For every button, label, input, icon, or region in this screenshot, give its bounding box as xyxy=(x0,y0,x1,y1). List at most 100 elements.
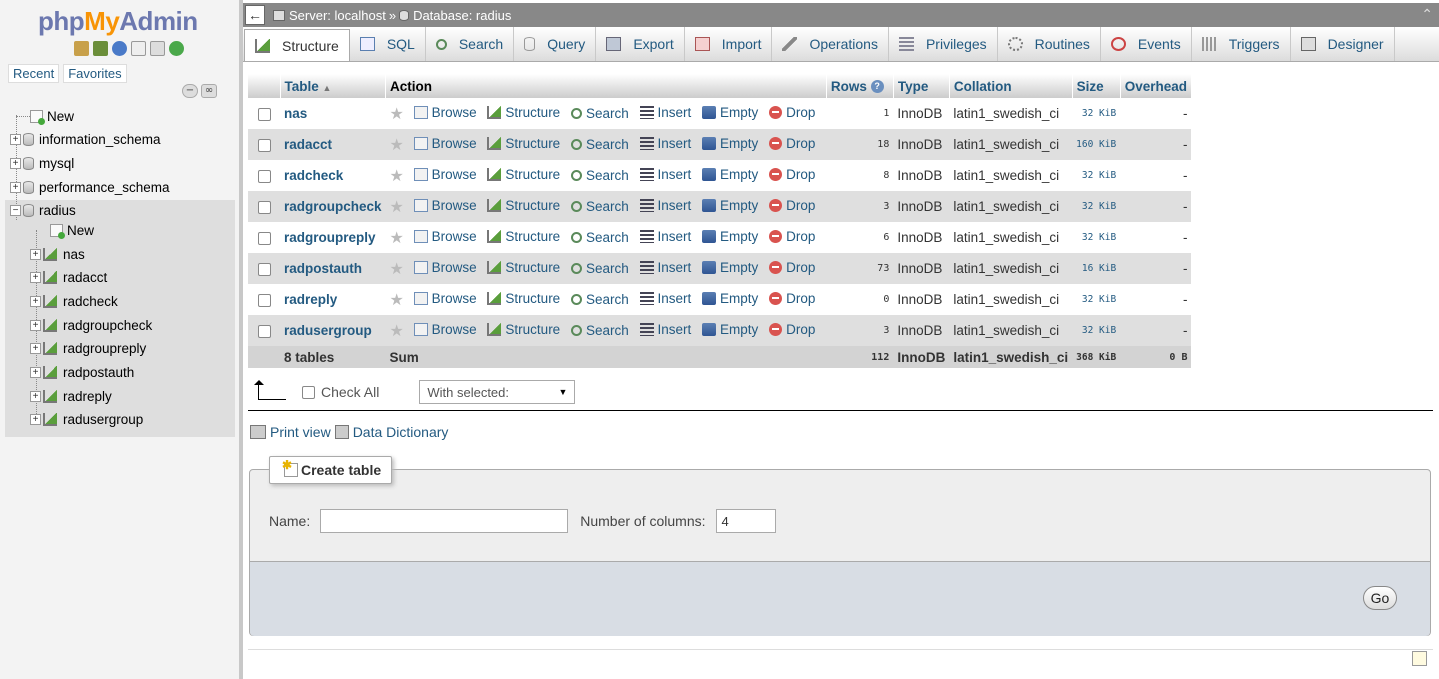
search-action[interactable]: Search xyxy=(570,199,629,214)
tree-radius-new-table[interactable]: New xyxy=(50,220,94,240)
expand-icon[interactable]: + xyxy=(30,342,41,354)
drop-action[interactable]: Drop xyxy=(769,198,815,213)
row-checkbox[interactable] xyxy=(258,200,271,214)
expand-icon[interactable]: + xyxy=(30,319,41,331)
collapse-icon[interactable]: − xyxy=(10,204,21,216)
console-icon[interactable] xyxy=(1412,651,1427,666)
favorite-star-icon[interactable]: ★ xyxy=(390,168,404,185)
insert-action[interactable]: Insert xyxy=(639,198,691,213)
settings-icon[interactable] xyxy=(150,41,165,56)
favorite-star-icon[interactable]: ★ xyxy=(390,261,404,278)
browse-action[interactable]: Browse xyxy=(413,322,477,337)
browse-action[interactable]: Browse xyxy=(413,291,477,306)
expand-icon[interactable]: + xyxy=(30,248,41,260)
size-value[interactable]: 32 KiB xyxy=(1072,191,1121,222)
insert-action[interactable]: Insert xyxy=(639,291,691,306)
drop-action[interactable]: Drop xyxy=(769,229,815,244)
reload-icon[interactable] xyxy=(169,41,184,56)
expand-icon[interactable]: + xyxy=(10,157,21,169)
docs-icon[interactable] xyxy=(131,41,146,56)
browse-action[interactable]: Browse xyxy=(413,136,477,151)
tree-table-radgroupcheck[interactable]: + radgroupcheck xyxy=(30,315,152,335)
drop-action[interactable]: Drop xyxy=(769,291,815,306)
size-value[interactable]: 32 KiB xyxy=(1072,160,1121,191)
expand-icon[interactable]: + xyxy=(30,413,41,425)
breadcrumb-database[interactable]: Database: radius xyxy=(413,8,511,23)
favorite-star-icon[interactable]: ★ xyxy=(390,292,404,309)
row-checkbox[interactable] xyxy=(258,107,271,121)
size-value[interactable]: 32 KiB xyxy=(1072,222,1121,253)
browse-action[interactable]: Browse xyxy=(413,229,477,244)
drop-action[interactable]: Drop xyxy=(769,167,815,182)
insert-action[interactable]: Insert xyxy=(639,167,691,182)
tree-new-database[interactable]: New xyxy=(30,106,74,126)
structure-action[interactable]: Structure xyxy=(487,322,560,337)
row-checkbox[interactable] xyxy=(258,138,271,152)
empty-action[interactable]: Empty xyxy=(702,229,758,244)
insert-action[interactable]: Insert xyxy=(639,136,691,151)
header-table[interactable]: Table ▲ xyxy=(280,74,387,98)
structure-action[interactable]: Structure xyxy=(487,198,560,213)
tree-db-information-schema[interactable]: + information_schema xyxy=(10,129,161,149)
search-action[interactable]: Search xyxy=(570,261,629,276)
search-action[interactable]: Search xyxy=(570,230,629,245)
browse-action[interactable]: Browse xyxy=(413,198,477,213)
tree-table-radreply[interactable]: + radreply xyxy=(30,386,112,406)
favorites-tab[interactable]: Favorites xyxy=(63,64,127,83)
browse-action[interactable]: Browse xyxy=(413,105,477,120)
logout-icon[interactable] xyxy=(93,41,108,56)
table-name-link[interactable]: radusergroup xyxy=(284,323,372,338)
tree-table-nas[interactable]: + nas xyxy=(30,244,85,264)
tab-routines[interactable]: Routines xyxy=(998,27,1101,61)
collapse-all-icon[interactable]: − xyxy=(182,84,198,98)
insert-action[interactable]: Insert xyxy=(639,260,691,275)
table-name-link[interactable]: nas xyxy=(284,106,307,121)
expand-icon[interactable]: + xyxy=(10,181,21,193)
size-value[interactable]: 16 KiB xyxy=(1072,253,1121,284)
browse-action[interactable]: Browse xyxy=(413,260,477,275)
tree-db-performance-schema[interactable]: + performance_schema xyxy=(10,177,170,197)
header-size[interactable]: Size xyxy=(1072,74,1121,98)
browse-action[interactable]: Browse xyxy=(413,167,477,182)
help-icon[interactable] xyxy=(112,41,127,56)
favorite-star-icon[interactable]: ★ xyxy=(390,230,404,247)
favorite-star-icon[interactable]: ★ xyxy=(390,106,404,123)
tab-triggers[interactable]: Triggers xyxy=(1192,27,1291,61)
tab-sql[interactable]: SQL xyxy=(350,27,426,61)
structure-action[interactable]: Structure xyxy=(487,260,560,275)
favorite-star-icon[interactable]: ★ xyxy=(390,199,404,216)
table-name-link[interactable]: radpostauth xyxy=(284,261,362,276)
tree-table-radcheck[interactable]: + radcheck xyxy=(30,291,118,311)
empty-action[interactable]: Empty xyxy=(702,260,758,275)
search-action[interactable]: Search xyxy=(570,137,629,152)
favorite-star-icon[interactable]: ★ xyxy=(390,323,404,340)
empty-action[interactable]: Empty xyxy=(702,105,758,120)
num-columns-input[interactable]: 4 xyxy=(715,509,776,533)
tab-export[interactable]: Export xyxy=(596,27,685,61)
table-name-link[interactable]: radcheck xyxy=(284,168,343,183)
empty-action[interactable]: Empty xyxy=(702,291,758,306)
print-view-link[interactable]: Print view xyxy=(270,424,331,440)
breadcrumb-server[interactable]: Server: localhost xyxy=(289,8,386,23)
expand-icon[interactable]: + xyxy=(30,271,41,283)
structure-action[interactable]: Structure xyxy=(487,167,560,182)
table-name-link[interactable]: radacct xyxy=(284,137,332,152)
table-name-link[interactable]: radgroupreply xyxy=(284,230,376,245)
go-button[interactable]: Go xyxy=(1363,586,1397,610)
empty-action[interactable]: Empty xyxy=(702,167,758,182)
row-checkbox[interactable] xyxy=(258,262,271,276)
help-icon[interactable]: ? xyxy=(870,80,884,94)
back-arrow-icon[interactable]: ← xyxy=(245,5,265,25)
expand-icon[interactable]: + xyxy=(30,366,41,378)
expand-icon[interactable]: + xyxy=(30,295,41,307)
with-selected-dropdown[interactable]: With selected: ▼ xyxy=(419,380,576,404)
structure-action[interactable]: Structure xyxy=(487,291,560,306)
tab-operations[interactable]: Operations xyxy=(772,27,889,61)
check-all[interactable]: Check All xyxy=(302,384,379,400)
header-rows[interactable]: Rows ? xyxy=(826,74,894,98)
drop-action[interactable]: Drop xyxy=(769,260,815,275)
panel-splitter[interactable] xyxy=(240,0,243,679)
search-action[interactable]: Search xyxy=(570,292,629,307)
link-with-main-icon[interactable]: ∞ xyxy=(201,84,217,98)
table-name-link[interactable]: radreply xyxy=(284,292,337,307)
